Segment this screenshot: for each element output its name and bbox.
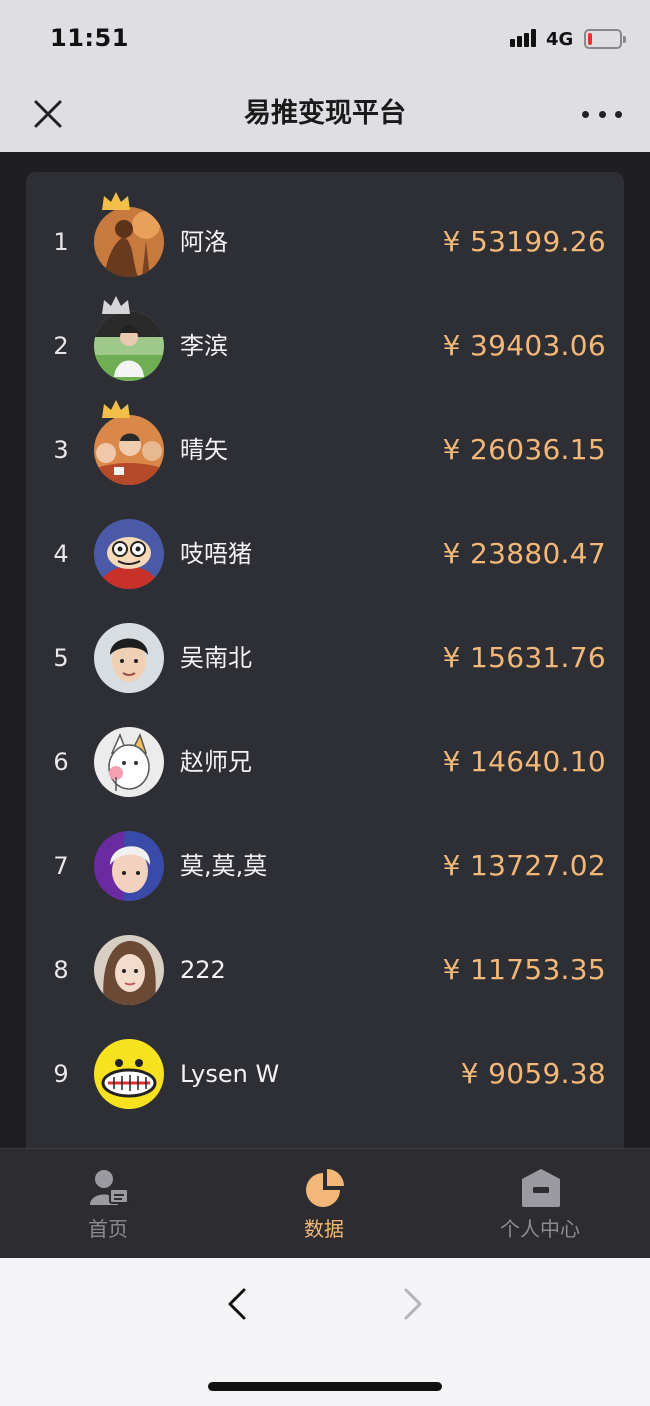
leaderboard-row[interactable]: 5 吴南北 ¥ 15631.76 [26,606,624,710]
rank-number: 9 [53,1060,69,1088]
leaderboard-row[interactable]: 4 吱唔猪 ¥ 23880.47 [26,502,624,606]
crown-icon [102,192,130,210]
rank-number: 2 [53,332,69,360]
chevron-left-icon [228,1288,246,1320]
leaderboard-row[interactable]: 8 222 ¥ 11753.35 [26,918,624,1022]
user-name: 赵师兄 [180,748,252,776]
user-name: Lysen W [180,1060,280,1088]
more-dot-icon [615,110,622,118]
crown-icon [102,400,130,418]
avatar [94,415,164,485]
rank-number: 7 [53,852,69,880]
user-name: 李滨 [180,332,228,360]
earnings-amount: ¥ 23880.47 [442,537,606,570]
avatar [94,935,164,1005]
status-time: 11:51 [50,24,129,52]
leaderboard-row[interactable]: 7 莫,莫,莫 ¥ 13727.02 [26,814,624,918]
leaderboard-row[interactable]: 9 Lysen W ¥ 9059.38 [26,1022,624,1126]
home-indicator [208,1382,442,1391]
tab-data-label: 数据 [304,1217,344,1241]
leaderboard-row[interactable]: 6 赵师兄 ¥ 14640.10 [26,710,624,814]
network-type: 4G [546,29,574,50]
battery-icon [584,29,626,49]
user-name: 222 [180,956,226,984]
earnings-amount: ¥ 11753.35 [442,953,606,986]
signal-icon [510,27,540,47]
more-dot-icon [582,110,589,118]
tab-profile[interactable]: 个人中心 [432,1149,648,1259]
earnings-amount: ¥ 13727.02 [442,849,606,882]
more-dot-icon [598,110,606,118]
user-name: 吱唔猪 [180,540,252,568]
home-icon [522,1169,560,1207]
page-title: 易推变现平台 [244,98,406,129]
back-button[interactable] [222,1286,252,1322]
more-button[interactable] [582,100,622,128]
tab-home[interactable]: 首页 [0,1149,216,1259]
rank-number: 4 [53,540,69,568]
browser-toolbar [0,1258,650,1406]
user-name: 阿洛 [180,228,228,256]
avatar [94,311,164,381]
rank-number: 5 [53,644,69,672]
avatar [94,207,164,277]
leaderboard-card: 1 阿洛 ¥ 53199.26 2 李滨 ¥ 39403.06 3 晴矢 ¥ 2… [26,172,624,1148]
battery-level [588,33,592,45]
user-name: 吴南北 [180,644,252,672]
earnings-amount: ¥ 39403.06 [442,329,606,362]
rank-number: 8 [53,956,69,984]
avatar [94,623,164,693]
earnings-amount: ¥ 14640.10 [442,745,606,778]
earnings-amount: ¥ 15631.76 [442,641,606,674]
status-bar: 11:51 4G [0,0,650,78]
avatar [94,727,164,797]
bottom-tab-bar: 首页 数据 个人中心 [0,1148,650,1258]
avatar [94,1039,164,1109]
chevron-right-icon [404,1288,422,1320]
avatar [94,519,164,589]
earnings-amount: ¥ 9059.38 [460,1057,606,1090]
tab-profile-label: 个人中心 [500,1217,580,1241]
avatar [94,831,164,901]
earnings-amount: ¥ 26036.15 [442,433,606,466]
user-card-icon [90,1170,129,1205]
leaderboard-row[interactable]: 1 阿洛 ¥ 53199.26 [26,190,624,294]
tab-data[interactable]: 数据 [216,1149,432,1259]
user-name: 晴矢 [180,436,228,464]
content-area[interactable]: 1 阿洛 ¥ 53199.26 2 李滨 ¥ 39403.06 3 晴矢 ¥ 2… [0,152,650,1148]
crown-icon [102,296,130,314]
user-name: 莫,莫,莫 [180,852,268,880]
tab-home-label: 首页 [88,1217,128,1241]
forward-button[interactable] [398,1286,428,1322]
rank-number: 6 [53,748,69,776]
top-header: 11:51 4G 易推变现平台 [0,0,650,152]
pie-chart-icon [306,1169,344,1207]
rank-number: 1 [53,228,69,256]
leaderboard-row[interactable]: 3 晴矢 ¥ 26036.15 [26,398,624,502]
earnings-amount: ¥ 53199.26 [442,225,606,258]
leaderboard-row[interactable]: 2 李滨 ¥ 39403.06 [26,294,624,398]
rank-number: 3 [53,436,69,464]
